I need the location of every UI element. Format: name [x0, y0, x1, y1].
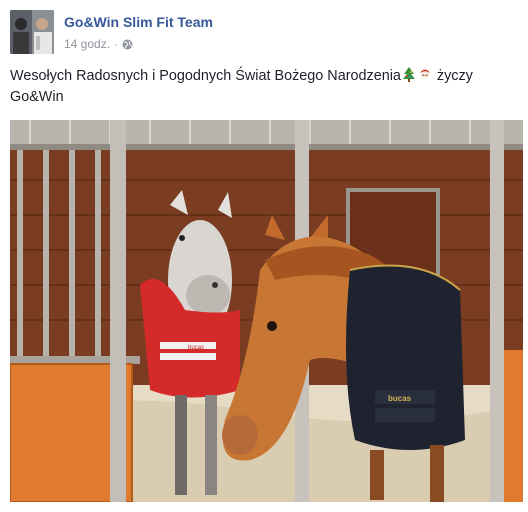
post-meta: 14 godz. ·	[64, 37, 133, 51]
feed-post: Go&Win Slim Fit Team 14 godz. · Wesołych…	[0, 0, 528, 512]
page-avatar[interactable]	[10, 10, 54, 54]
post-text-main: Wesołych Radosnych i Pogodnych Świat Boż…	[10, 68, 401, 84]
post-photo[interactable]: bucas bucas	[10, 120, 523, 502]
meta-separator: ·	[114, 37, 119, 51]
christmas-tree-icon	[401, 66, 417, 82]
post-text: Wesołych Radosnych i Pogodnych Świat Boż…	[10, 66, 518, 108]
post-header: Go&Win Slim Fit Team 14 godz. ·	[10, 10, 520, 54]
globe-icon[interactable]	[122, 39, 133, 50]
blanket-right-label: bucas	[388, 394, 412, 403]
blanket-left-label: bucas	[188, 345, 204, 351]
post-author-link[interactable]: Go&Win Slim Fit Team	[64, 14, 213, 30]
post-timestamp[interactable]: 14 godz.	[64, 37, 110, 51]
santa-icon	[417, 66, 433, 82]
